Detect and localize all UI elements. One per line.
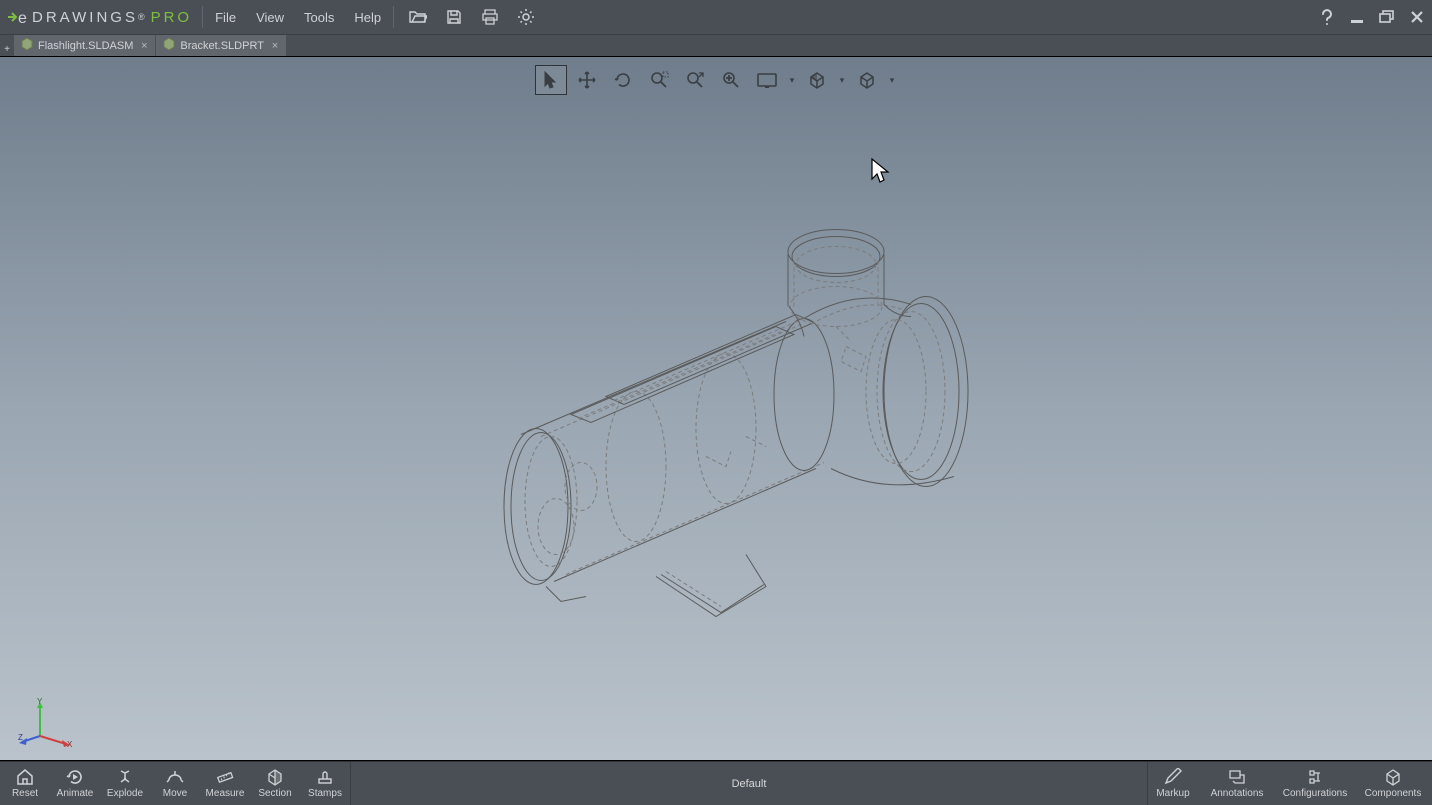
axis-triad: Y X Z <box>18 698 74 748</box>
bottom-toolbar: Reset Animate Explode Move Measure Secti… <box>0 761 1432 805</box>
perspective-dropdown[interactable]: ▾ <box>787 75 797 86</box>
tab-bracket[interactable]: Bracket.SLDPRT × <box>156 35 287 56</box>
svg-text:Z: Z <box>18 733 23 742</box>
print-button[interactable] <box>472 0 508 34</box>
assembly-icon <box>20 37 34 54</box>
menu-view[interactable]: View <box>246 0 294 34</box>
reset-label: Reset <box>12 788 38 799</box>
section-label: Section <box>258 788 291 799</box>
menu-file[interactable]: File <box>205 0 246 34</box>
markup-label: Markup <box>1156 788 1189 799</box>
zoom-tool[interactable] <box>715 65 747 95</box>
reset-button[interactable]: Reset <box>0 762 50 805</box>
zoom-area-tool[interactable] <box>643 65 675 95</box>
explode-button[interactable]: Explode <box>100 762 150 805</box>
annotations-label: Annotations <box>1211 788 1264 799</box>
svg-text:e: e <box>18 10 27 27</box>
section-button[interactable]: Section <box>250 762 300 805</box>
tab-flashlight[interactable]: Flashlight.SLDASM × <box>14 35 156 56</box>
brand-reg: ® <box>138 12 145 22</box>
annotations-button[interactable]: Annotations <box>1198 762 1276 805</box>
config-name: Default <box>732 778 767 790</box>
status-config[interactable]: Default <box>351 762 1147 805</box>
bottom-left-tools: Reset Animate Explode Move Measure Secti… <box>0 762 350 805</box>
open-button[interactable] <box>400 0 436 34</box>
close-button[interactable] <box>1402 0 1432 34</box>
display-style-tool[interactable] <box>801 65 833 95</box>
bottom-right-tools: Markup Annotations Configurations Compon… <box>1148 762 1432 805</box>
animate-label: Animate <box>57 788 94 799</box>
pan-tool[interactable] <box>571 65 603 95</box>
close-tab-button[interactable]: × <box>268 39 282 53</box>
brand-name: DRAWINGS <box>32 9 138 26</box>
help-button[interactable] <box>1312 0 1342 34</box>
menu-tools[interactable]: Tools <box>294 0 344 34</box>
move-button[interactable]: Move <box>150 762 200 805</box>
edrawings-logo-icon: e <box>6 6 28 28</box>
measure-button[interactable]: Measure <box>200 762 250 805</box>
view-orientation-dropdown[interactable]: ▾ <box>887 75 897 86</box>
window-controls <box>1312 0 1432 34</box>
save-button[interactable] <box>436 0 472 34</box>
divider <box>202 6 203 28</box>
add-tab-button[interactable]: + <box>0 35 14 56</box>
divider <box>393 6 394 28</box>
close-tab-button[interactable]: × <box>137 39 151 53</box>
model-wireframe <box>406 156 1026 661</box>
view-toolbar: ▾ ▾ ▾ <box>535 65 897 95</box>
components-label: Components <box>1365 788 1422 799</box>
perspective-tool[interactable] <box>751 65 783 95</box>
title-bar: e DRAWINGS® PRO File View Tools Help <box>0 0 1432 34</box>
brand-edition: PRO <box>151 9 193 26</box>
part-icon <box>162 37 176 54</box>
tab-label: Bracket.SLDPRT <box>180 40 264 52</box>
explode-label: Explode <box>107 788 143 799</box>
maximize-button[interactable] <box>1372 0 1402 34</box>
stamps-button[interactable]: Stamps <box>300 762 350 805</box>
svg-text:X: X <box>67 740 73 748</box>
minimize-button[interactable] <box>1342 0 1372 34</box>
view-orientation-tool[interactable] <box>851 65 883 95</box>
tab-label: Flashlight.SLDASM <box>38 40 133 52</box>
quick-actions <box>400 0 544 34</box>
stamps-label: Stamps <box>308 788 342 799</box>
animate-button[interactable]: Animate <box>50 762 100 805</box>
document-tabs: + Flashlight.SLDASM × Bracket.SLDPRT × <box>0 34 1432 56</box>
display-style-dropdown[interactable]: ▾ <box>837 75 847 86</box>
move-label: Move <box>163 788 187 799</box>
svg-text:Y: Y <box>37 698 43 706</box>
measure-label: Measure <box>206 788 245 799</box>
select-tool[interactable] <box>535 65 567 95</box>
main-menu: File View Tools Help <box>205 0 391 34</box>
options-button[interactable] <box>508 0 544 34</box>
app-logo: e DRAWINGS® PRO <box>0 0 200 34</box>
zoom-fit-tool[interactable] <box>679 65 711 95</box>
menu-help[interactable]: Help <box>344 0 391 34</box>
configurations-button[interactable]: Configurations <box>1276 762 1354 805</box>
rotate-tool[interactable] <box>607 65 639 95</box>
markup-button[interactable]: Markup <box>1148 762 1198 805</box>
configurations-label: Configurations <box>1283 788 1347 799</box>
3d-viewport[interactable]: ▾ ▾ ▾ <box>0 56 1432 761</box>
components-button[interactable]: Components <box>1354 762 1432 805</box>
